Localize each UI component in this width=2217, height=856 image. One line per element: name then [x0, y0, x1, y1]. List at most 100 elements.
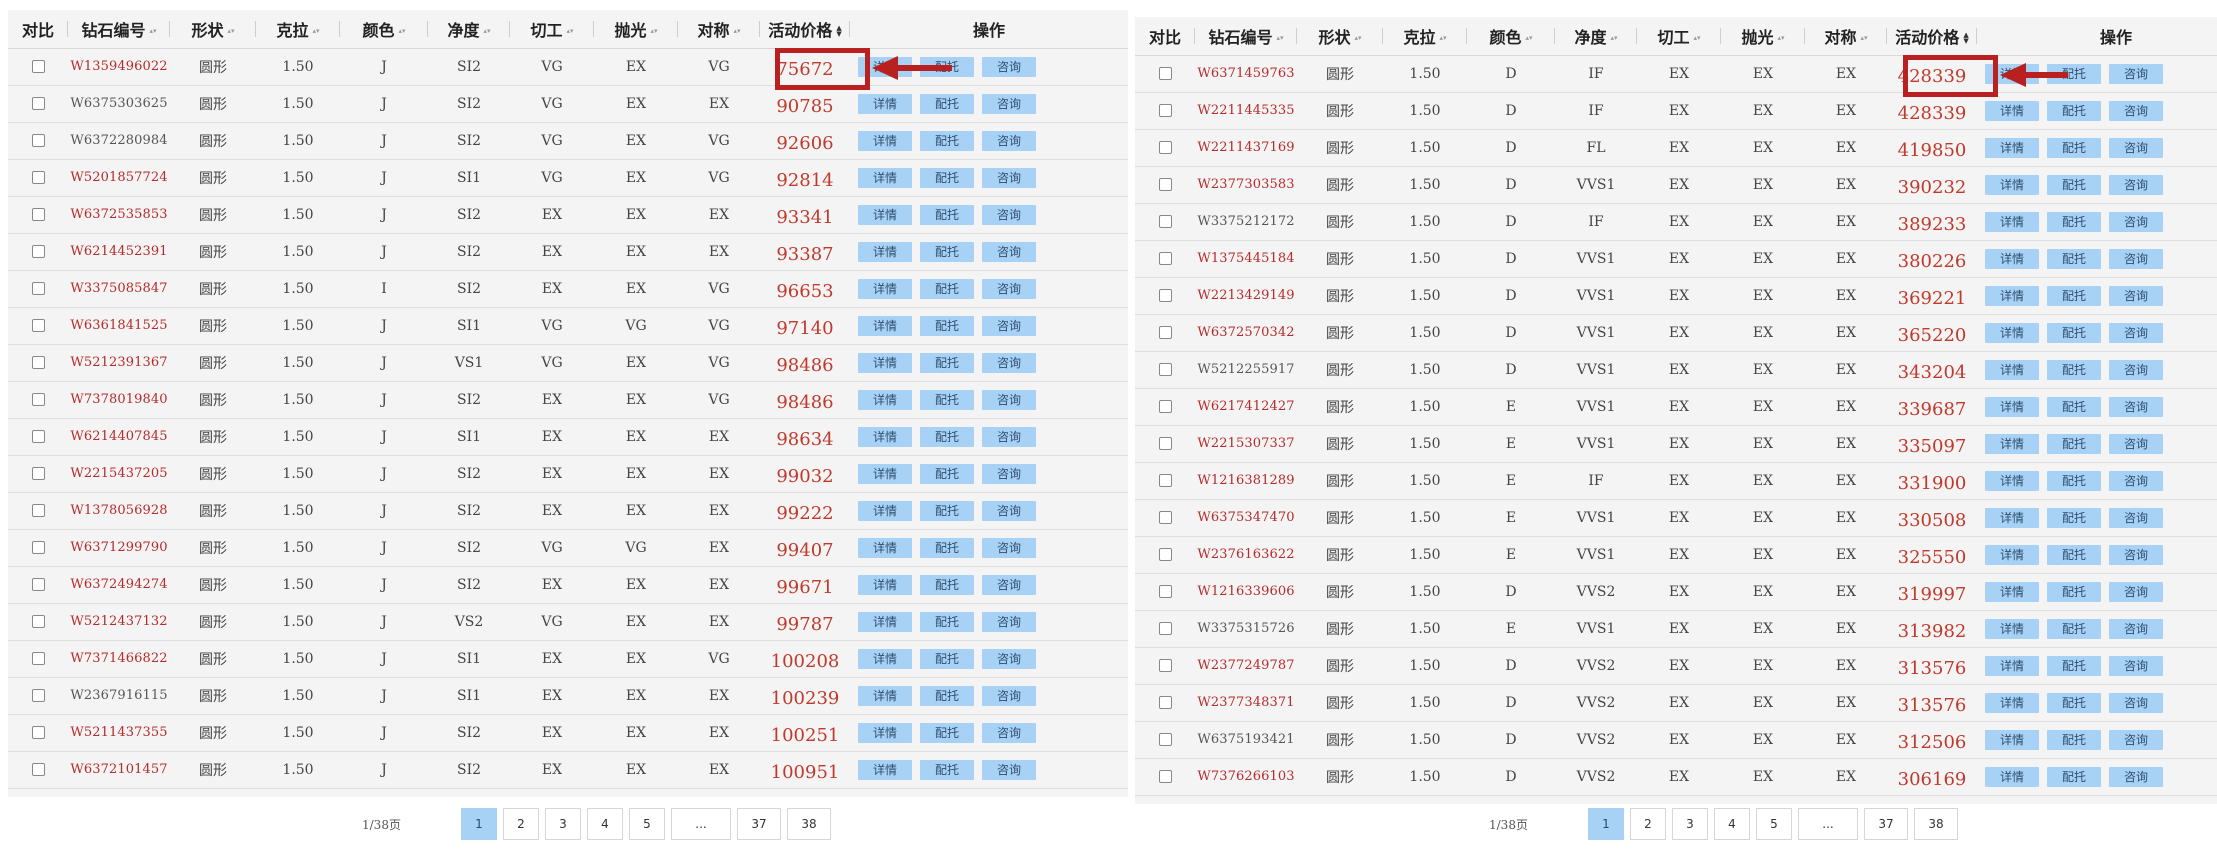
consult-button[interactable]: 咨询 [982, 352, 1036, 373]
compare-checkbox[interactable] [1158, 215, 1172, 228]
diamond-id[interactable]: W2377303583 [1195, 166, 1297, 204]
diamond-id[interactable]: W7378019840 [68, 381, 170, 419]
header-id[interactable]: 钻石编号 ▴▾ [1195, 17, 1297, 56]
compare-checkbox[interactable] [1158, 252, 1172, 265]
diamond-id[interactable]: W6371459763 [1195, 55, 1297, 93]
details-button[interactable]: 详情 [858, 315, 912, 336]
consult-button[interactable]: 咨询 [982, 685, 1036, 706]
details-button[interactable]: 详情 [858, 204, 912, 225]
setting-button[interactable]: 配托 [920, 463, 974, 484]
diamond-id[interactable]: W5212391367 [68, 344, 170, 382]
setting-button[interactable]: 配托 [2047, 248, 2101, 269]
details-button[interactable]: 详情 [858, 500, 912, 521]
details-button[interactable]: 详情 [858, 648, 912, 669]
header-price[interactable]: 活动价格 ▲ ▼ [760, 10, 850, 49]
consult-button[interactable]: 咨询 [2109, 137, 2163, 158]
consult-button[interactable]: 咨询 [982, 315, 1036, 336]
compare-checkbox[interactable] [1158, 474, 1172, 487]
details-button[interactable]: 详情 [1985, 248, 2039, 269]
compare-checkbox[interactable] [31, 467, 45, 480]
compare-checkbox[interactable] [31, 430, 45, 443]
consult-button[interactable]: 咨询 [2109, 285, 2163, 306]
details-button[interactable]: 详情 [858, 352, 912, 373]
details-button[interactable]: 详情 [1985, 322, 2039, 343]
sort-icon[interactable]: ▴▾ [312, 28, 319, 35]
compare-checkbox[interactable] [1158, 326, 1172, 339]
setting-button[interactable]: 配托 [2047, 359, 2101, 380]
sort-icon[interactable]: ▴▾ [566, 28, 573, 35]
diamond-id[interactable]: W2211437169 [1195, 129, 1297, 167]
diamond-id[interactable]: W6361841525 [68, 307, 170, 345]
setting-button[interactable]: 配托 [2047, 766, 2101, 787]
details-button[interactable]: 详情 [858, 93, 912, 114]
setting-button[interactable]: 配托 [2047, 581, 2101, 602]
compare-checkbox[interactable] [1158, 770, 1172, 783]
diamond-id[interactable]: W6372280984 [68, 122, 170, 160]
setting-button[interactable]: 配托 [920, 204, 974, 225]
sort-icon[interactable]: ▴▾ [733, 28, 740, 35]
compare-checkbox[interactable] [31, 578, 45, 591]
diamond-id[interactable]: W1216339606 [1195, 573, 1297, 611]
header-carat[interactable]: 克拉 ▴▾ [1383, 17, 1467, 56]
consult-button[interactable]: 咨询 [2109, 359, 2163, 380]
header-shape[interactable]: 形状 ▴▾ [170, 10, 256, 49]
setting-button[interactable]: 配托 [920, 278, 974, 299]
compare-checkbox[interactable] [1158, 104, 1172, 117]
consult-button[interactable]: 咨询 [982, 130, 1036, 151]
consult-button[interactable]: 咨询 [982, 93, 1036, 114]
compare-checkbox[interactable] [1158, 733, 1172, 746]
sort-icon[interactable]: ▴▾ [1276, 35, 1283, 42]
compare-checkbox[interactable] [31, 171, 45, 184]
compare-checkbox[interactable] [31, 134, 45, 147]
consult-button[interactable]: 咨询 [2109, 63, 2163, 84]
setting-button[interactable]: 配托 [920, 167, 974, 188]
setting-button[interactable]: 配托 [2047, 655, 2101, 676]
compare-checkbox[interactable] [1158, 437, 1172, 450]
diamond-id[interactable]: W6217412427 [1195, 388, 1297, 426]
consult-button[interactable]: 咨询 [2109, 396, 2163, 417]
details-button[interactable]: 详情 [858, 759, 912, 780]
details-button[interactable]: 详情 [858, 389, 912, 410]
header-shape[interactable]: 形状 ▴▾ [1297, 17, 1383, 56]
consult-button[interactable]: 咨询 [982, 241, 1036, 262]
details-button[interactable]: 详情 [858, 574, 912, 595]
consult-button[interactable]: 咨询 [2109, 211, 2163, 232]
diamond-id[interactable]: W6372570342 [1195, 314, 1297, 352]
consult-button[interactable]: 咨询 [982, 648, 1036, 669]
diamond-id[interactable]: W6375347470 [1195, 499, 1297, 537]
setting-button[interactable]: 配托 [2047, 322, 2101, 343]
diamond-id[interactable]: W6375193421 [1195, 721, 1297, 759]
compare-checkbox[interactable] [31, 282, 45, 295]
setting-button[interactable]: 配托 [2047, 396, 2101, 417]
details-button[interactable]: 详情 [858, 537, 912, 558]
page-button-38[interactable]: 38 [1914, 808, 1958, 840]
consult-button[interactable]: 咨询 [982, 500, 1036, 521]
page-button-4[interactable]: 4 [1714, 808, 1750, 840]
consult-button[interactable]: 咨询 [982, 204, 1036, 225]
setting-button[interactable]: 配托 [920, 315, 974, 336]
consult-button[interactable]: 咨询 [982, 759, 1036, 780]
sort-icon[interactable]: ▴▾ [149, 28, 156, 35]
consult-button[interactable]: 咨询 [2109, 618, 2163, 639]
diamond-id[interactable]: W6214407845 [68, 418, 170, 456]
page-button-1[interactable]: 1 [1588, 808, 1624, 840]
diamond-id[interactable]: W5201857724 [68, 159, 170, 197]
sort-icon[interactable]: ▴▾ [1439, 35, 1446, 42]
compare-checkbox[interactable] [1158, 585, 1172, 598]
setting-button[interactable]: 配托 [2047, 285, 2101, 306]
diamond-id[interactable]: W6372535853 [68, 196, 170, 234]
setting-button[interactable]: 配托 [2047, 174, 2101, 195]
diamond-id[interactable]: W3375085847 [68, 270, 170, 308]
page-button-1[interactable]: 1 [461, 808, 497, 840]
sort-icon[interactable]: ▴▾ [650, 28, 657, 35]
setting-button[interactable]: 配托 [920, 537, 974, 558]
setting-button[interactable]: 配托 [920, 389, 974, 410]
diamond-id[interactable]: W2376163622 [1195, 536, 1297, 574]
consult-button[interactable]: 咨询 [2109, 655, 2163, 676]
sort-icon[interactable]: ▴▾ [1777, 35, 1784, 42]
details-button[interactable]: 详情 [1985, 618, 2039, 639]
diamond-id[interactable]: W1216381289 [1195, 462, 1297, 500]
page-button-37[interactable]: 37 [737, 808, 781, 840]
setting-button[interactable]: 配托 [920, 93, 974, 114]
details-button[interactable]: 详情 [1985, 396, 2039, 417]
